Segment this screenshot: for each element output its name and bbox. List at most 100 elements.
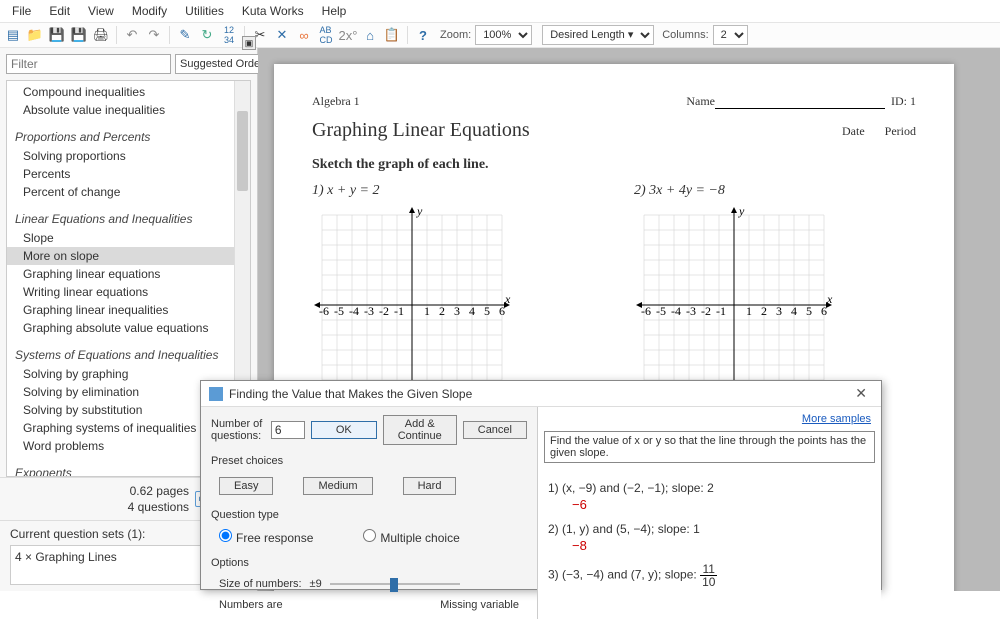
regen-icon[interactable]: ↻: [198, 26, 216, 44]
menu-help[interactable]: Help: [314, 2, 355, 20]
help-icon[interactable]: ?: [414, 26, 432, 44]
instructions: Sketch the graph of each line.: [312, 157, 916, 173]
topic-category: Linear Equations and Inequalities: [7, 209, 250, 229]
sample-2: 2) (1, y) and (5, −4); slope: 1−8: [548, 522, 871, 555]
svg-text:-5: -5: [656, 304, 666, 318]
scrollbar-thumb[interactable]: [237, 111, 248, 191]
topic-item[interactable]: Graphing absolute value equations: [7, 319, 250, 337]
topic-item[interactable]: Percents: [7, 165, 250, 183]
questions-count: 4 questions: [128, 500, 189, 514]
toolbar: ▤ 📁 💾 💾 🖨 ↶ ↷ ✎ ↻ 1234 ✂ ✕ ∞ ABCD 2x° ⌂ …: [0, 22, 1000, 48]
size-slider[interactable]: [330, 577, 460, 591]
open-icon[interactable]: 📁: [26, 26, 44, 44]
multiple-choice-radio[interactable]: Multiple choice: [363, 529, 459, 545]
num-questions-input[interactable]: [271, 421, 305, 439]
menu-utilities[interactable]: Utilities: [177, 2, 232, 20]
svg-text:-3: -3: [686, 304, 696, 318]
angle-icon[interactable]: 2x°: [339, 26, 357, 44]
hard-button[interactable]: Hard: [403, 477, 457, 495]
dialog-icon: [209, 387, 223, 401]
cancel-button[interactable]: Cancel: [463, 421, 527, 439]
menu-view[interactable]: View: [80, 2, 122, 20]
size-label: Size of numbers:: [219, 578, 302, 590]
zoom-label: Zoom:: [440, 29, 471, 41]
numbers-icon[interactable]: 1234: [220, 26, 238, 44]
grid-1: yx-6-5-4-3-2-1123456: [312, 205, 512, 405]
svg-text:-3: -3: [364, 304, 374, 318]
topic-item[interactable]: Compound inequalities: [7, 83, 250, 101]
svg-text:-6: -6: [641, 304, 651, 318]
ok-button[interactable]: OK: [311, 421, 377, 439]
shuffle-icon[interactable]: ✕: [273, 26, 291, 44]
svg-text:-6: -6: [319, 304, 329, 318]
new-icon[interactable]: ▤: [4, 26, 22, 44]
edit-icon[interactable]: ✎: [176, 26, 194, 44]
collapse-sidebar-icon[interactable]: ▣: [242, 36, 256, 50]
dialog-title: Finding the Value that Makes the Given S…: [229, 387, 849, 401]
topic-item[interactable]: Slope: [7, 229, 250, 247]
topic-item[interactable]: Writing linear equations: [7, 283, 250, 301]
sample-3: 3) (−3, −4) and (7, y); slope: 1110: [548, 563, 871, 588]
menubar: File Edit View Modify Utilities Kuta Wor…: [0, 0, 1000, 22]
topic-item[interactable]: More on slope: [7, 247, 250, 265]
svg-text:5: 5: [806, 304, 812, 318]
topic-item[interactable]: Graphing linear inequalities: [7, 301, 250, 319]
name-label: Name: [686, 94, 715, 108]
missing-variable-label: Missing variable: [440, 599, 519, 611]
id-label: ID: 1: [891, 94, 916, 108]
dialog: Finding the Value that Makes the Given S…: [200, 380, 882, 590]
easy-button[interactable]: Easy: [219, 477, 273, 495]
menu-modify[interactable]: Modify: [124, 2, 175, 20]
topic-category: Systems of Equations and Inequalities: [7, 345, 250, 365]
svg-text:y: y: [738, 205, 745, 218]
svg-text:x: x: [826, 292, 833, 306]
topic-item[interactable]: Solving proportions: [7, 147, 250, 165]
svg-text:1: 1: [424, 304, 430, 318]
menu-kutaworks[interactable]: Kuta Works: [234, 2, 312, 20]
separator: [116, 26, 117, 44]
svg-text:4: 4: [469, 304, 475, 318]
separator: [407, 26, 408, 44]
infinity-icon[interactable]: ∞: [295, 26, 313, 44]
free-response-radio[interactable]: Free response: [219, 529, 313, 545]
redo-icon[interactable]: ↷: [145, 26, 163, 44]
svg-text:-5: -5: [334, 304, 344, 318]
svg-text:6: 6: [821, 304, 827, 318]
svg-text:-1: -1: [394, 304, 404, 318]
course-name: Algebra 1: [312, 94, 360, 109]
columns-select[interactable]: 2: [713, 25, 748, 45]
preset-label: Preset choices: [211, 455, 527, 467]
question-type-label: Question type: [211, 509, 527, 521]
add-continue-button[interactable]: Add & Continue: [383, 415, 457, 445]
letters-icon[interactable]: ABCD: [317, 26, 335, 44]
saveas-icon[interactable]: 💾: [70, 26, 88, 44]
svg-text:2: 2: [761, 304, 767, 318]
medium-button[interactable]: Medium: [303, 477, 372, 495]
svg-text:y: y: [416, 205, 423, 218]
undo-icon[interactable]: ↶: [123, 26, 141, 44]
separator: [169, 26, 170, 44]
topic-item[interactable]: Absolute value inequalities: [7, 101, 250, 119]
problem-2-label: 2) 3x + 4y = −8: [634, 183, 916, 199]
menu-edit[interactable]: Edit: [41, 2, 78, 20]
menu-file[interactable]: File: [4, 2, 39, 20]
print-icon[interactable]: 🖨: [92, 26, 110, 44]
paste-icon[interactable]: 📋: [383, 26, 401, 44]
period-label: Period: [885, 124, 916, 138]
sample-1: 1) (x, −9) and (−2, −1); slope: 2−6: [548, 481, 871, 514]
filter-input[interactable]: [6, 54, 171, 74]
date-label: Date: [842, 124, 865, 138]
more-samples-link[interactable]: More samples: [802, 413, 871, 425]
save-icon[interactable]: 💾: [48, 26, 66, 44]
zoom-select[interactable]: 100%: [475, 25, 532, 45]
topic-item[interactable]: Percent of change: [7, 183, 250, 201]
svg-text:3: 3: [776, 304, 782, 318]
similar-icon[interactable]: ⌂: [361, 26, 379, 44]
topic-item[interactable]: Graphing linear equations: [7, 265, 250, 283]
svg-text:x: x: [504, 292, 511, 306]
svg-text:-4: -4: [671, 304, 681, 318]
svg-text:5: 5: [484, 304, 490, 318]
num-questions-label: Number of questions:: [211, 418, 265, 442]
length-select[interactable]: Desired Length ▾: [542, 25, 654, 45]
close-icon[interactable]: ✕: [849, 385, 873, 402]
